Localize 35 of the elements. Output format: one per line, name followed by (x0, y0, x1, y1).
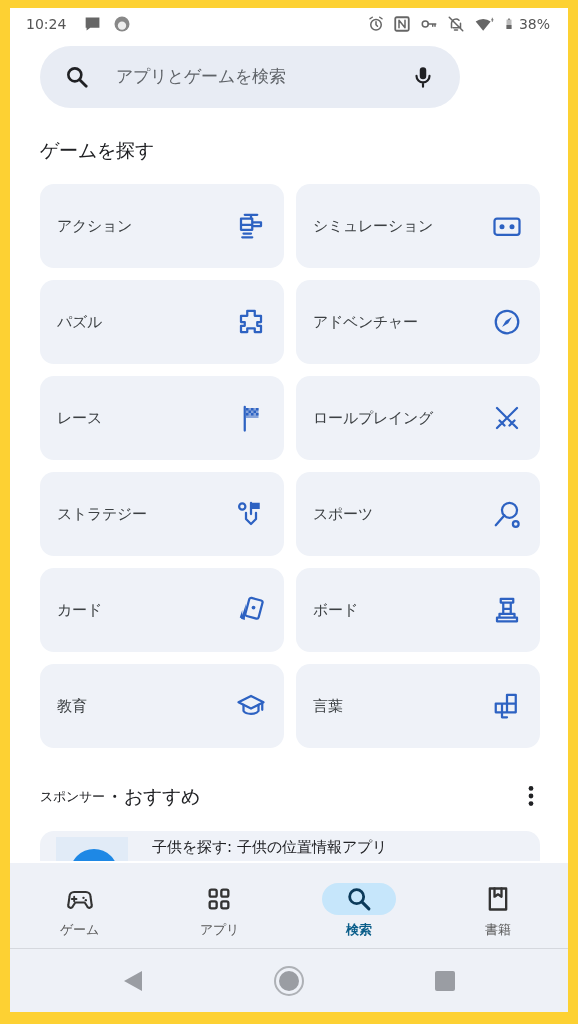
category-card[interactable]: シミュレーション (296, 184, 540, 268)
category-card[interactable]: パズル (40, 280, 284, 364)
nav-tab[interactable]: アプリ (149, 863, 289, 948)
racket-icon (492, 499, 522, 529)
sponsor-label: スポンサー (40, 787, 105, 806)
category-card[interactable]: アドベンチャー (296, 280, 540, 364)
nav-tab[interactable]: 書籍 (428, 863, 568, 948)
app-card[interactable]: 子供を探す: 子供の位置情報アプリ (40, 830, 540, 861)
category-card[interactable]: ボード (296, 568, 540, 652)
category-card[interactable]: レース (40, 376, 284, 460)
app-title: 子供を探す: 子供の位置情報アプリ (152, 836, 387, 858)
search-field[interactable]: アプリとゲームを検索 (114, 63, 386, 91)
category-card[interactable]: アクション (40, 184, 284, 268)
search-bar[interactable]: アプリとゲームを検索 (40, 46, 460, 108)
nfc-icon (392, 15, 411, 33)
category-card[interactable]: スポーツ (296, 472, 540, 556)
app-icon (56, 836, 128, 861)
bell-off-icon (446, 15, 465, 33)
search-icon (64, 64, 90, 90)
alarm-icon (366, 15, 385, 33)
recents-button[interactable] (433, 968, 456, 993)
section-heading: ・おすすめ (105, 784, 200, 809)
nav-tab[interactable]: ゲーム (10, 863, 150, 948)
clock-time: 10:24 (26, 14, 67, 34)
section-heading: ゲームを探す (40, 138, 155, 162)
nav-tab[interactable]: 検索 (289, 863, 429, 948)
back-button[interactable] (122, 968, 145, 993)
category-card[interactable]: ロールプレイング (296, 376, 540, 460)
category-card[interactable]: 言葉 (296, 664, 540, 748)
home-button[interactable] (273, 964, 305, 997)
category-card[interactable]: 教育 (40, 664, 284, 748)
compass-icon (492, 307, 522, 337)
battery-percentage: 38% (518, 14, 550, 34)
category-card[interactable]: カード (40, 568, 284, 652)
category-card[interactable]: ストラテジー (40, 472, 284, 556)
